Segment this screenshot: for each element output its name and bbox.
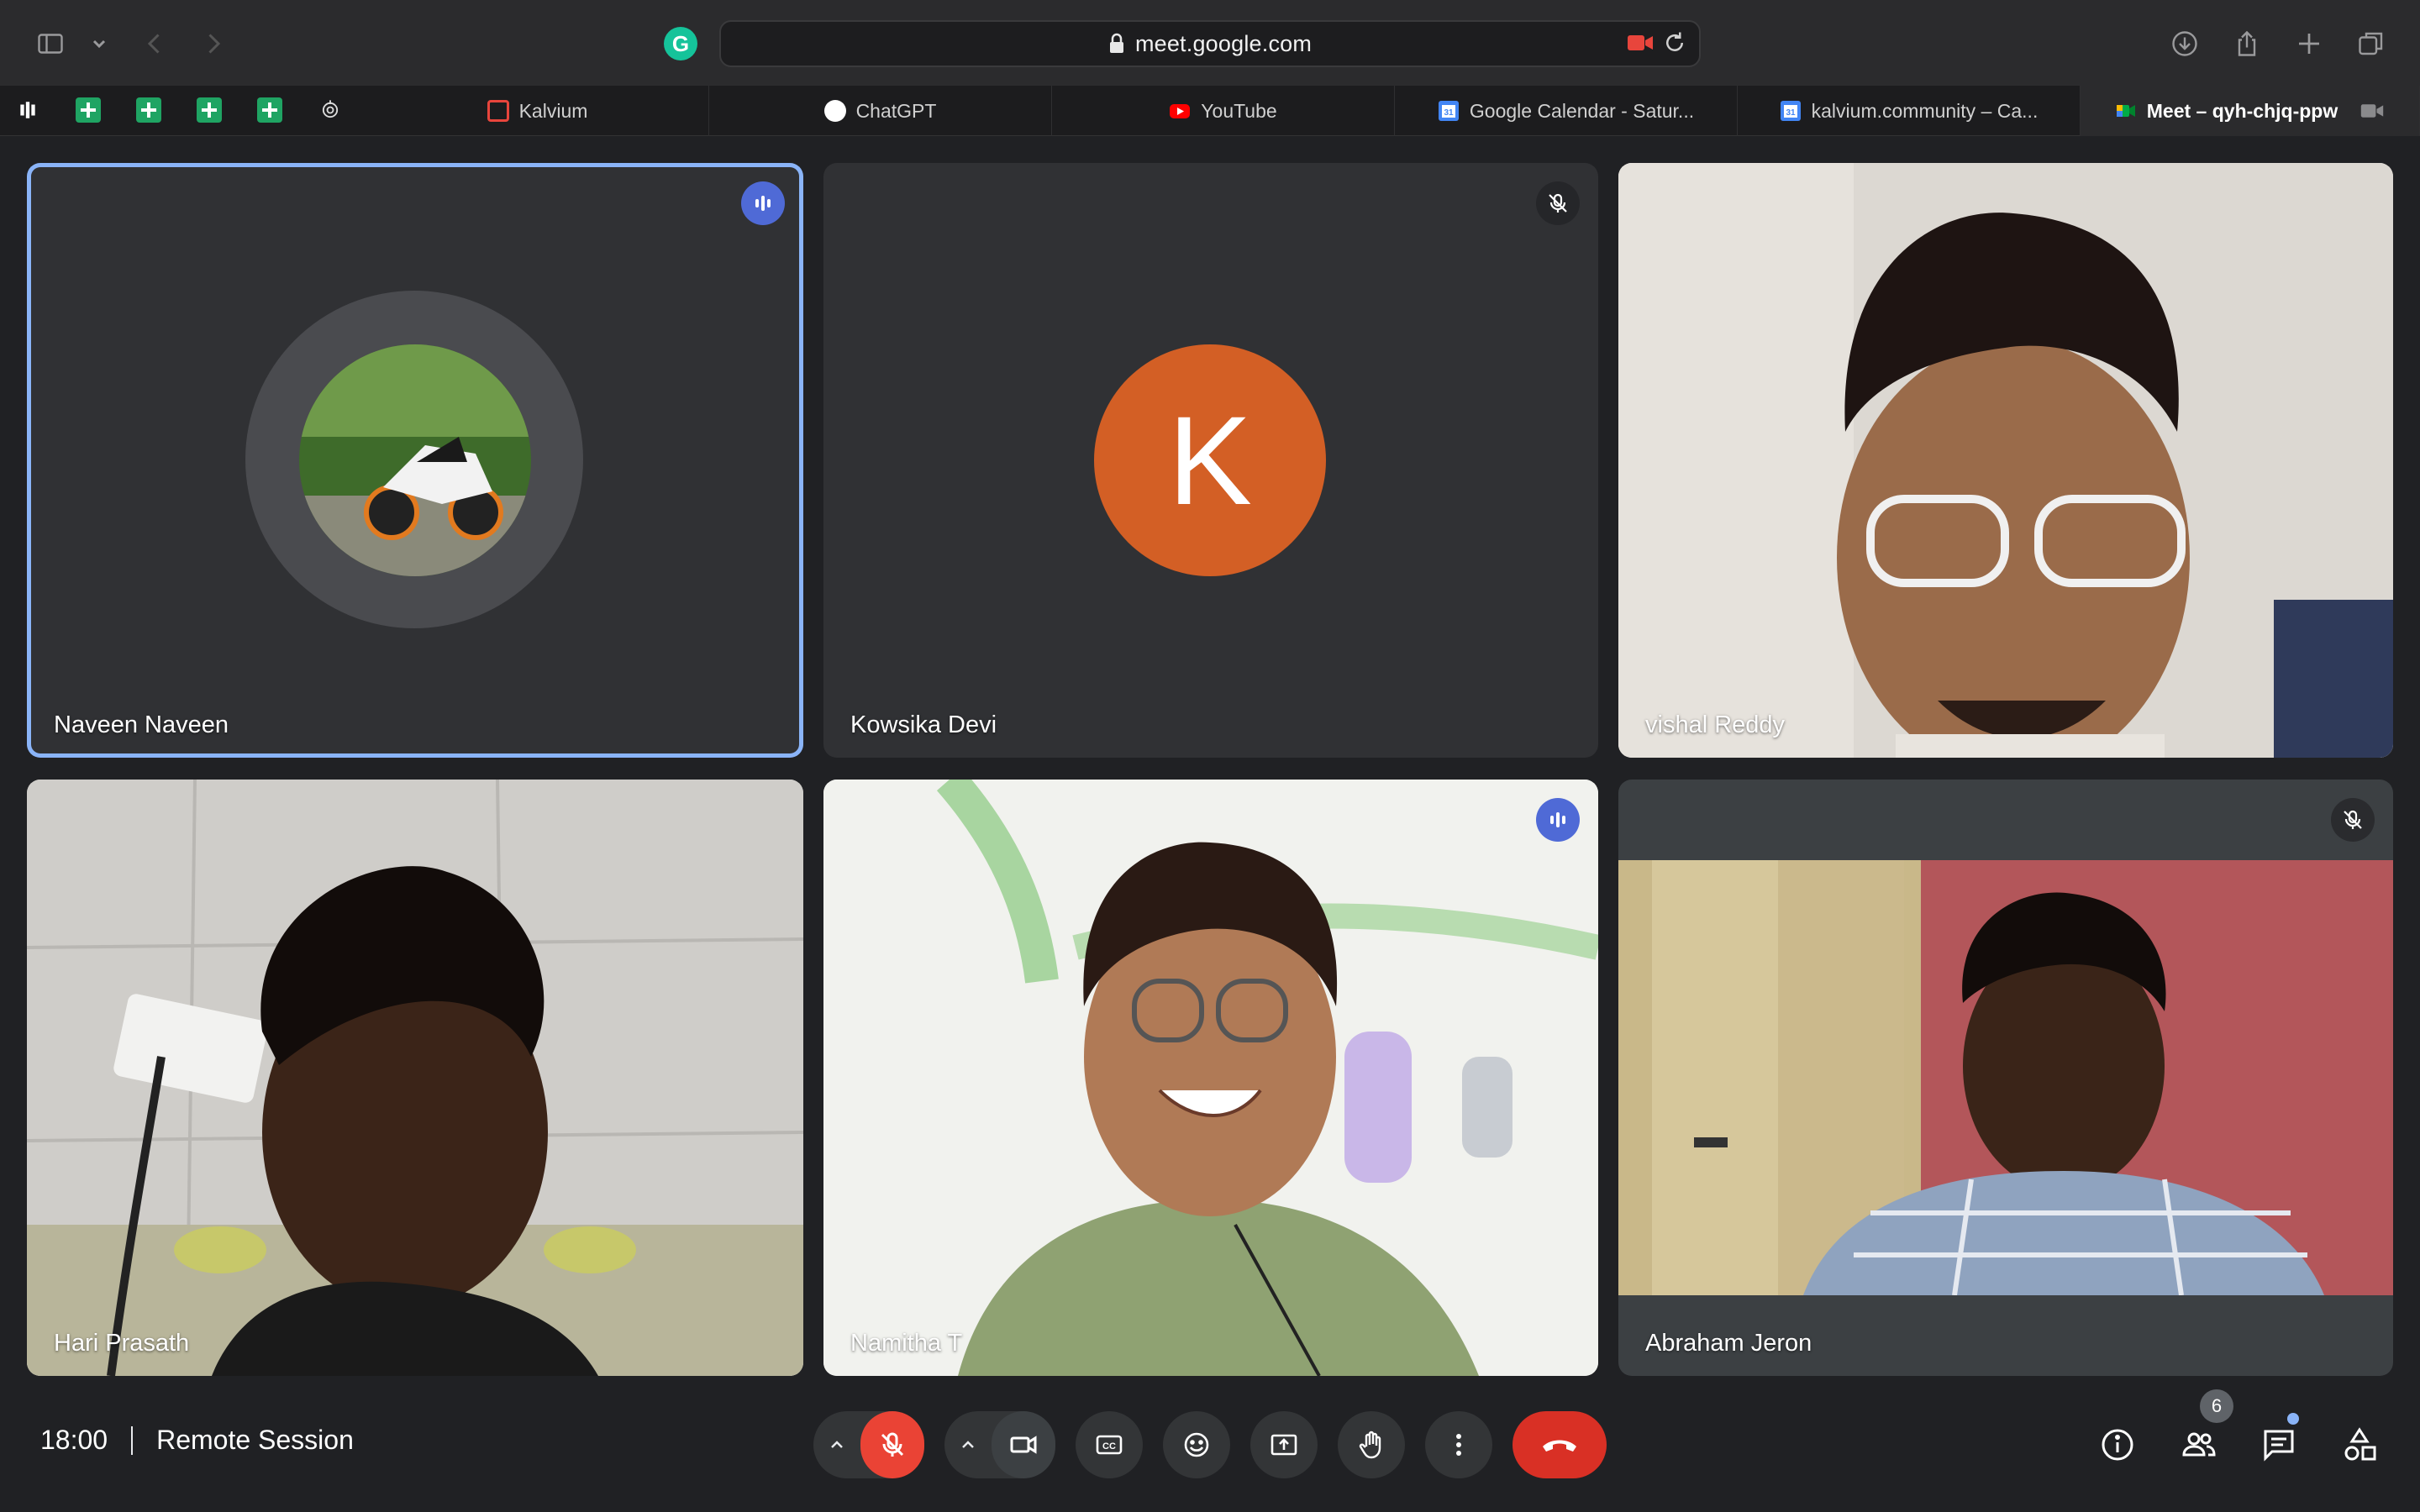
- speaking-indicator-icon: [1536, 798, 1580, 842]
- audio-settings-button[interactable]: [813, 1411, 860, 1478]
- raise-hand-button[interactable]: [1338, 1411, 1405, 1478]
- hang-up-icon: [1543, 1440, 1576, 1452]
- avatar: K: [1094, 344, 1326, 576]
- people-icon: [2182, 1432, 2216, 1457]
- svg-text:CC: CC: [1102, 1441, 1116, 1452]
- meeting-time: 18:00: [40, 1425, 108, 1455]
- speaking-indicator-icon: [741, 181, 785, 225]
- more-options-button[interactable]: [1425, 1411, 1492, 1478]
- url-text: meet.google.com: [1134, 30, 1313, 56]
- youtube-icon: [1170, 104, 1191, 118]
- participant-video: [27, 780, 803, 1376]
- forward-icon[interactable]: [195, 25, 232, 62]
- participant-name: Namitha T: [850, 1330, 963, 1357]
- activities-button[interactable]: [2334, 1420, 2385, 1470]
- participant-video: [823, 780, 1598, 1376]
- meeting-details: 18:00 Remote Session: [40, 1425, 354, 1456]
- mic-off-icon: [1536, 181, 1580, 225]
- calendar-icon: 31: [1438, 101, 1459, 121]
- reactions-button[interactable]: [1163, 1411, 1230, 1478]
- back-icon[interactable]: [136, 25, 173, 62]
- downloads-icon[interactable]: [2166, 25, 2203, 62]
- new-tab-icon[interactable]: [2291, 25, 2328, 62]
- participant-count-badge: 6: [2200, 1389, 2233, 1423]
- sheets-icon[interactable]: [195, 96, 224, 124]
- people-button[interactable]: [2173, 1420, 2223, 1470]
- participant-tile[interactable]: Namitha T: [823, 780, 1598, 1376]
- participant-tile[interactable]: vishal Reddy: [1618, 163, 2393, 758]
- present-icon: [1270, 1434, 1297, 1456]
- hand-icon: [1359, 1431, 1381, 1459]
- camera-icon: [1010, 1436, 1037, 1454]
- tab-overview-icon[interactable]: [2353, 25, 2390, 62]
- participant-tile[interactable]: Hari Prasath: [27, 780, 803, 1376]
- reload-icon[interactable]: [1662, 30, 1687, 55]
- tab-youtube[interactable]: YouTube: [1052, 86, 1395, 136]
- leave-call-button[interactable]: [1512, 1411, 1607, 1478]
- tab-google-calendar[interactable]: 31 Google Calendar - Satur...: [1395, 86, 1738, 136]
- emoji-icon: [1184, 1432, 1209, 1457]
- avatar: [299, 344, 531, 576]
- participant-name: Hari Prasath: [54, 1330, 190, 1357]
- tab-kalvium-community[interactable]: 31 kalvium.community – Ca...: [1738, 86, 2081, 136]
- grammarly-extension-icon[interactable]: G: [664, 27, 697, 60]
- camera-toggle-button[interactable]: [992, 1411, 1055, 1478]
- sidebar-toggle-icon[interactable]: [32, 25, 69, 62]
- meeting-title: Remote Session: [156, 1425, 354, 1455]
- present-screen-button[interactable]: [1250, 1411, 1318, 1478]
- chat-icon: [2264, 1430, 2294, 1462]
- svg-text:31: 31: [1444, 108, 1454, 118]
- participant-video: [1618, 860, 2393, 1296]
- ai-icon[interactable]: [316, 96, 345, 124]
- mic-control-group: [813, 1411, 924, 1478]
- camera-control-group: [944, 1411, 1055, 1478]
- participant-tile[interactable]: Naveen Naveen: [27, 163, 803, 758]
- address-bar[interactable]: meet.google.com: [719, 20, 1701, 67]
- mic-off-icon: [2331, 798, 2375, 842]
- sheets-icon[interactable]: [134, 96, 163, 124]
- mic-off-icon: [881, 1432, 904, 1457]
- video-settings-button[interactable]: [944, 1411, 992, 1478]
- participant-video: [1618, 163, 2393, 758]
- divider: [131, 1425, 134, 1455]
- camera-in-use-icon[interactable]: [1627, 32, 1654, 54]
- browser-toolbar: G meet.google.com: [0, 0, 2420, 86]
- meeting-info-button[interactable]: [2092, 1420, 2143, 1470]
- info-icon: [2102, 1429, 2133, 1461]
- lock-icon: [1109, 33, 1123, 53]
- participant-name: vishal Reddy: [1645, 711, 1786, 738]
- participant-name: Kowsika Devi: [850, 711, 997, 738]
- participant-name: Naveen Naveen: [54, 711, 229, 738]
- tab-meet[interactable]: Meet – qyh-chjq-ppw: [2081, 86, 2420, 136]
- participant-tile[interactable]: Abraham Jeron: [1618, 780, 2393, 1376]
- svg-text:31: 31: [1786, 108, 1796, 118]
- camera-in-use-icon: [2361, 104, 2384, 118]
- chat-button[interactable]: [2254, 1420, 2304, 1470]
- mic-toggle-button[interactable]: [860, 1411, 924, 1478]
- kalvium-icon: [487, 100, 509, 122]
- participant-tile[interactable]: K Kowsika Devi: [823, 163, 1598, 758]
- pinned-tab-audio-icon[interactable]: [13, 96, 42, 124]
- sheets-icon[interactable]: [255, 96, 284, 124]
- sheets-icon[interactable]: [74, 96, 103, 124]
- unread-indicator: [2287, 1413, 2299, 1425]
- meet-icon: [2116, 105, 2135, 117]
- activities-icon: [2344, 1427, 2376, 1461]
- captions-icon: CC: [1096, 1435, 1123, 1455]
- tab-kalvium[interactable]: Kalvium: [366, 86, 709, 136]
- tab-strip: Kalvium ChatGPT YouTube 31 Google Calend…: [0, 86, 2420, 136]
- calendar-icon: 31: [1780, 101, 1801, 121]
- chevron-down-icon[interactable]: [81, 25, 118, 62]
- chatgpt-icon: [823, 100, 846, 122]
- participant-name: Abraham Jeron: [1645, 1330, 1812, 1357]
- captions-button[interactable]: CC: [1076, 1411, 1143, 1478]
- share-icon[interactable]: [2228, 25, 2265, 62]
- chevron-up-icon: [831, 1441, 843, 1448]
- chevron-up-icon: [962, 1441, 974, 1448]
- tab-chatgpt[interactable]: ChatGPT: [709, 86, 1052, 136]
- more-vert-icon: [1456, 1434, 1461, 1456]
